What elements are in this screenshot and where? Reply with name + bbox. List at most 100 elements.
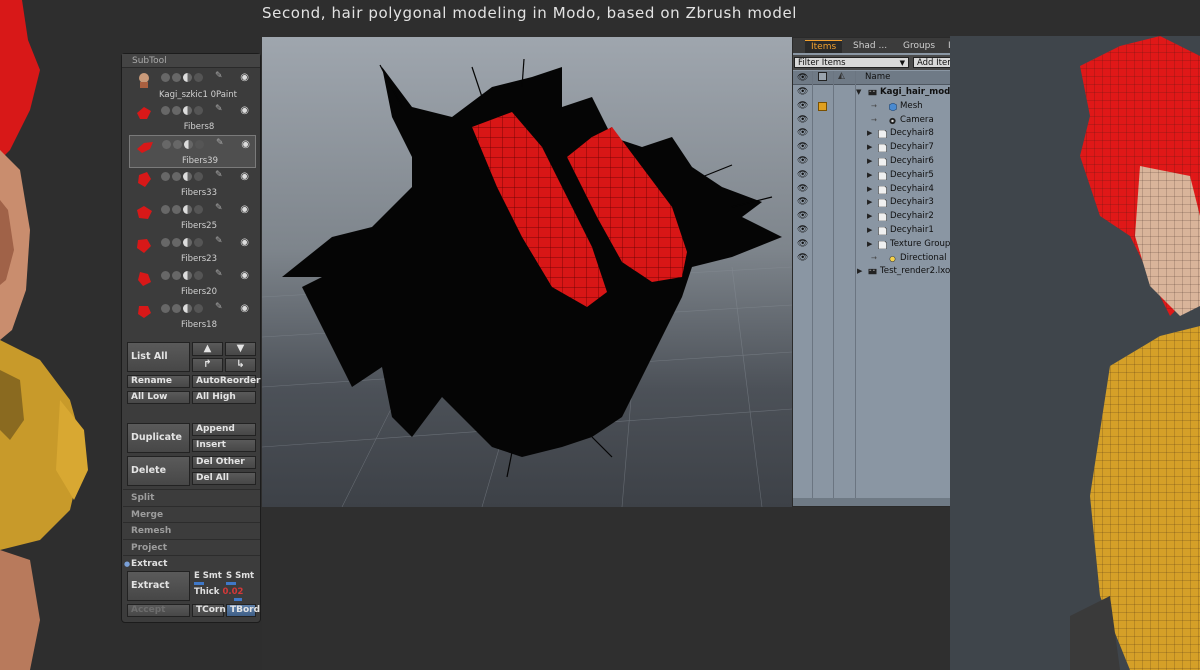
triangle-collapsed-icon[interactable]: ▶ xyxy=(867,141,872,155)
half-circle-toggle-icon[interactable] xyxy=(183,238,192,247)
modo-3d-viewport[interactable] xyxy=(262,37,792,507)
subtool-item[interactable]: ✎ ◉ Fibers20 xyxy=(129,267,256,300)
triangle-expanded-icon[interactable]: ▼ xyxy=(856,86,861,100)
toggle-dot-icon[interactable] xyxy=(194,238,203,247)
delete-button[interactable]: Delete xyxy=(127,456,190,486)
tab-groups[interactable]: Groups xyxy=(897,40,941,53)
list-all-button[interactable]: List All xyxy=(127,342,190,372)
toggle-dot-icon[interactable] xyxy=(194,106,203,115)
duplicate-button[interactable]: Duplicate xyxy=(127,423,190,453)
eye-visibility-icon[interactable]: 👁 xyxy=(797,198,808,207)
subtool-item[interactable]: ✎ ◉ Fibers39 xyxy=(129,135,256,168)
del-all-button[interactable]: Del All xyxy=(192,472,256,485)
triangle-collapsed-icon[interactable]: ▶ xyxy=(867,127,872,141)
eye-visibility-icon[interactable]: 👁 xyxy=(797,156,808,165)
subtool-item[interactable]: ✎ ◉ Kagi_szkic1 0Paint xyxy=(129,69,256,102)
name-column-header[interactable]: Name xyxy=(865,72,890,82)
half-circle-toggle-icon[interactable] xyxy=(183,271,192,280)
auto-reorder-button[interactable]: AutoReorder xyxy=(192,375,261,388)
subtool-item[interactable]: ✎ ◉ Fibers18 xyxy=(129,300,256,333)
s-smt-slider-label[interactable]: S Smt xyxy=(226,571,254,581)
eye-visibility-icon[interactable]: 👁 xyxy=(797,225,808,234)
del-other-button[interactable]: Del Other xyxy=(192,456,256,469)
eye-visibility-icon[interactable]: ◉ xyxy=(240,204,249,215)
eye-visibility-icon[interactable]: 👁 xyxy=(797,129,808,138)
eye-visibility-icon[interactable]: 👁 xyxy=(797,212,808,221)
eye-visibility-icon[interactable]: ◉ xyxy=(240,105,249,116)
visibility-column-eye-icon[interactable]: 👁 xyxy=(797,73,808,83)
move-down-button[interactable]: ▼ xyxy=(225,342,256,356)
eye-visibility-icon[interactable]: 👁 xyxy=(797,170,808,179)
toggle-dot-icon[interactable] xyxy=(194,172,203,181)
filter-items-dropdown[interactable]: Filter Items ▼ xyxy=(794,57,909,68)
eye-visibility-icon[interactable]: ◉ xyxy=(240,270,249,281)
half-circle-toggle-icon[interactable] xyxy=(183,205,192,214)
merge-section[interactable]: Merge xyxy=(123,506,260,522)
brush-pen-icon[interactable]: ✎ xyxy=(216,138,224,148)
polypaint-toggle-icon[interactable] xyxy=(161,304,170,313)
material-toggle-icon[interactable] xyxy=(172,172,181,181)
brush-pen-icon[interactable]: ✎ xyxy=(215,203,223,213)
brush-pen-icon[interactable]: ✎ xyxy=(215,269,223,279)
subtool-item[interactable]: ✎ ◉ Fibers23 xyxy=(129,234,256,267)
half-circle-toggle-icon[interactable] xyxy=(183,172,192,181)
triangle-collapsed-icon[interactable]: ▶ xyxy=(867,183,872,197)
polypaint-toggle-icon[interactable] xyxy=(161,172,170,181)
accept-button[interactable]: Accept xyxy=(127,604,190,617)
all-high-button[interactable]: All High xyxy=(192,391,256,404)
half-circle-toggle-icon[interactable] xyxy=(183,304,192,313)
triangle-collapsed-icon[interactable]: ▶ xyxy=(867,155,872,169)
triangle-collapsed-icon[interactable]: ▶ xyxy=(867,196,872,210)
triangle-collapsed-icon[interactable]: ▶ xyxy=(867,238,872,252)
material-toggle-icon[interactable] xyxy=(172,106,181,115)
polypaint-toggle-icon[interactable] xyxy=(162,140,171,149)
polypaint-toggle-icon[interactable] xyxy=(161,205,170,214)
toggle-dot-icon[interactable] xyxy=(195,140,204,149)
half-circle-toggle-icon[interactable] xyxy=(184,140,193,149)
extract-button[interactable]: Extract xyxy=(127,571,190,601)
render-column-icon[interactable]: ◭ xyxy=(838,71,845,81)
move-to-top-button[interactable]: ↱ xyxy=(192,358,223,372)
tborder-button[interactable]: TBord xyxy=(226,604,260,617)
triangle-collapsed-icon[interactable]: ▶ xyxy=(867,224,872,238)
eye-visibility-icon[interactable]: 👁 xyxy=(797,101,808,110)
material-toggle-icon[interactable] xyxy=(172,73,181,82)
triangle-collapsed-icon[interactable]: ▶ xyxy=(867,169,872,183)
half-circle-toggle-icon[interactable] xyxy=(183,106,192,115)
eye-visibility-icon[interactable]: 👁 xyxy=(797,88,808,97)
tab-shading[interactable]: Shad ... xyxy=(847,40,893,53)
subtool-item[interactable]: ✎ ◉ Fibers33 xyxy=(129,168,256,201)
material-toggle-icon[interactable] xyxy=(172,304,181,313)
subtool-list[interactable]: ✎ ◉ Kagi_szkic1 0Paint ✎ ◉ Fibers8 ✎ ◉ Fibers39 ✎… xyxy=(129,69,256,389)
subtool-item[interactable]: ✎ ◉ Fibers8 xyxy=(129,102,256,135)
eye-visibility-icon[interactable]: 👁 xyxy=(797,253,808,262)
brush-pen-icon[interactable]: ✎ xyxy=(215,104,223,114)
append-button[interactable]: Append xyxy=(192,423,256,436)
insert-button[interactable]: Insert xyxy=(192,439,256,452)
material-toggle-icon[interactable] xyxy=(172,238,181,247)
material-toggle-icon[interactable] xyxy=(172,271,181,280)
eye-visibility-icon[interactable]: 👁 xyxy=(797,184,808,193)
material-toggle-icon[interactable] xyxy=(173,140,182,149)
lock-column-icon[interactable] xyxy=(818,72,827,81)
eye-visibility-icon[interactable]: 👁 xyxy=(797,115,808,124)
polypaint-toggle-icon[interactable] xyxy=(161,238,170,247)
polypaint-toggle-icon[interactable] xyxy=(161,106,170,115)
toggle-dot-icon[interactable] xyxy=(194,73,203,82)
tcorner-button[interactable]: TCorn xyxy=(192,604,226,617)
move-to-bottom-button[interactable]: ↳ xyxy=(225,358,256,372)
eye-visibility-icon[interactable]: 👁 xyxy=(797,143,808,152)
polypaint-toggle-icon[interactable] xyxy=(161,271,170,280)
split-section[interactable]: Split xyxy=(123,489,260,505)
extract-section[interactable]: ● Extract xyxy=(123,555,260,571)
move-up-button[interactable]: ▲ xyxy=(192,342,223,356)
toggle-dot-icon[interactable] xyxy=(194,271,203,280)
eye-visibility-icon[interactable]: ◉ xyxy=(240,237,249,248)
toggle-dot-icon[interactable] xyxy=(194,304,203,313)
tab-items[interactable]: Items xyxy=(805,40,843,53)
half-circle-toggle-icon[interactable] xyxy=(183,73,192,82)
remesh-section[interactable]: Remesh xyxy=(123,522,260,538)
brush-pen-icon[interactable]: ✎ xyxy=(215,236,223,246)
brush-pen-icon[interactable]: ✎ xyxy=(215,71,223,81)
e-smt-slider-label[interactable]: E Smt xyxy=(194,571,222,581)
